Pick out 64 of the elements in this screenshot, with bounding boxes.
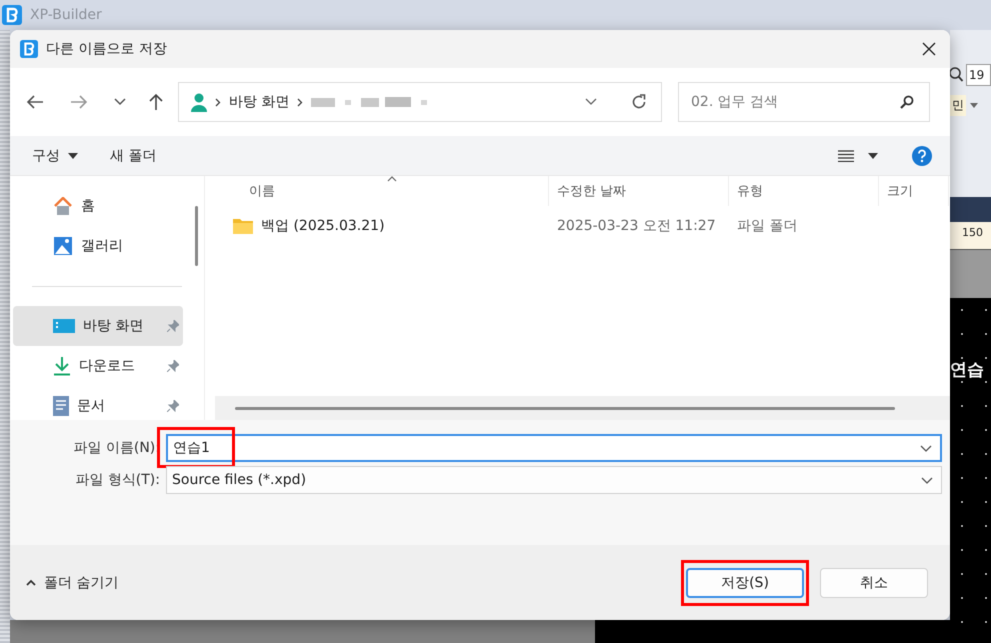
- caret-icon: [68, 152, 78, 158]
- chevron-right-icon: [297, 98, 304, 106]
- zoom-field[interactable]: 19: [966, 64, 991, 86]
- sidebar-item[interactable]: 다운로드: [13, 346, 183, 386]
- user-icon: [191, 92, 207, 112]
- help-icon[interactable]: [912, 146, 932, 166]
- pin-icon[interactable]: [167, 360, 179, 372]
- column-header[interactable]: 유형: [729, 176, 879, 206]
- font-dropdown[interactable]: 민: [950, 94, 966, 116]
- view-icon[interactable]: [838, 150, 854, 162]
- column-header[interactable]: 크기: [879, 176, 949, 206]
- home-icon: [53, 197, 73, 215]
- chevron-down-icon[interactable]: [114, 98, 126, 106]
- column-header[interactable]: 수정한 날짜: [549, 176, 729, 206]
- cancel-button[interactable]: 취소: [820, 568, 928, 598]
- tab-bar: [950, 197, 991, 222]
- sidebar-item[interactable]: 갤러리: [13, 226, 183, 266]
- app-title: XP-Builder: [30, 7, 102, 23]
- modified-date: 2025-03-23 오전 11:27: [556, 217, 717, 235]
- zoom-icon[interactable]: [950, 67, 964, 83]
- file-name-label: 파일 이름(N):: [72, 439, 160, 457]
- file-type-label: 파일 형식(T):: [74, 471, 160, 489]
- download-icon: [53, 356, 71, 376]
- forward-icon[interactable]: [70, 94, 88, 110]
- document-icon: [53, 396, 69, 416]
- search-field[interactable]: 02. 업무 검색: [678, 82, 930, 122]
- sort-icon: [387, 176, 397, 182]
- save-button[interactable]: 저장(S): [686, 568, 804, 598]
- file-name-field[interactable]: 연습1: [166, 434, 942, 462]
- hide-folders-button[interactable]: 폴더 숨기기: [20, 572, 124, 592]
- breadcrumb-item[interactable]: 바탕 화면: [229, 93, 290, 111]
- chevron-down-icon[interactable]: [920, 444, 932, 452]
- refresh-icon[interactable]: [631, 94, 647, 110]
- chevron-down-icon[interactable]: [921, 476, 933, 484]
- sidebar-item[interactable]: 문서: [13, 386, 183, 426]
- dialog-title: 다른 이름으로 저장: [46, 40, 167, 58]
- close-icon[interactable]: [922, 42, 936, 56]
- pin-icon[interactable]: [167, 400, 179, 412]
- chevron-up-icon: [26, 579, 36, 586]
- canvas-text: 연습: [950, 359, 985, 381]
- organize-button[interactable]: 구성: [26, 142, 84, 168]
- folder-icon: [233, 218, 253, 234]
- search-icon[interactable]: [900, 95, 914, 109]
- sidebar-item[interactable]: 바탕 화면: [13, 306, 183, 346]
- file-type-dropdown[interactable]: Source files (*.xpd): [166, 466, 942, 494]
- new-folder-button[interactable]: 새 폴더: [104, 142, 162, 168]
- scrollbar[interactable]: [195, 206, 198, 266]
- up-icon[interactable]: [148, 93, 164, 111]
- file-type: 파일 폴더: [736, 217, 798, 235]
- ruler: 150: [950, 222, 991, 250]
- image-icon: [53, 236, 73, 256]
- back-icon[interactable]: [26, 94, 44, 110]
- app-logo-icon: [2, 5, 22, 25]
- sidebar-item[interactable]: 홈: [13, 186, 183, 226]
- desktop-icon: [53, 318, 75, 334]
- app-logo-icon: [20, 40, 38, 58]
- file-name[interactable]: 백업 (2025.03.21): [261, 217, 385, 235]
- scrollbar[interactable]: [235, 406, 895, 410]
- chevron-right-icon: [215, 98, 221, 106]
- address-bar[interactable]: 바탕 화면: [178, 82, 662, 122]
- chevron-down-icon[interactable]: [585, 98, 597, 106]
- column-header[interactable]: 이름: [215, 176, 549, 206]
- caret-icon[interactable]: [868, 152, 878, 158]
- caret-icon[interactable]: [970, 102, 978, 108]
